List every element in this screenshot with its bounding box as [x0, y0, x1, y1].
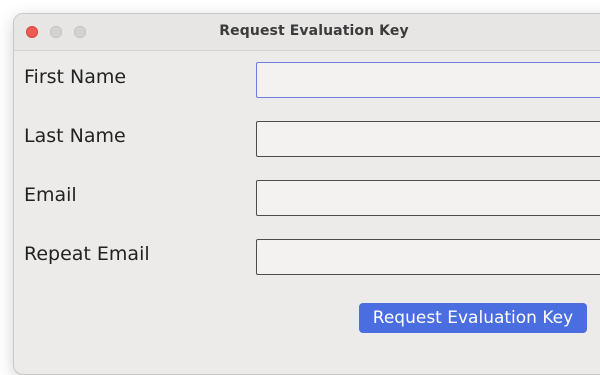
repeat-email-label: Repeat Email [24, 243, 150, 265]
title-bar: Request Evaluation Key [14, 14, 600, 51]
evaluation-key-form: First Name Last Name Email Repeat Email … [14, 50, 600, 374]
email-label: Email [24, 184, 77, 206]
first-name-label: First Name [24, 66, 127, 88]
window-title: Request Evaluation Key [219, 23, 409, 39]
repeat-email-field[interactable] [256, 239, 600, 275]
email-field[interactable] [256, 180, 600, 216]
first-name-field[interactable] [256, 62, 600, 98]
request-evaluation-key-button[interactable]: Request Evaluation Key [359, 303, 587, 333]
last-name-field[interactable] [256, 121, 600, 157]
last-name-label: Last Name [24, 125, 126, 147]
dialog-window: Request Evaluation Key First Name Last N… [13, 13, 600, 375]
